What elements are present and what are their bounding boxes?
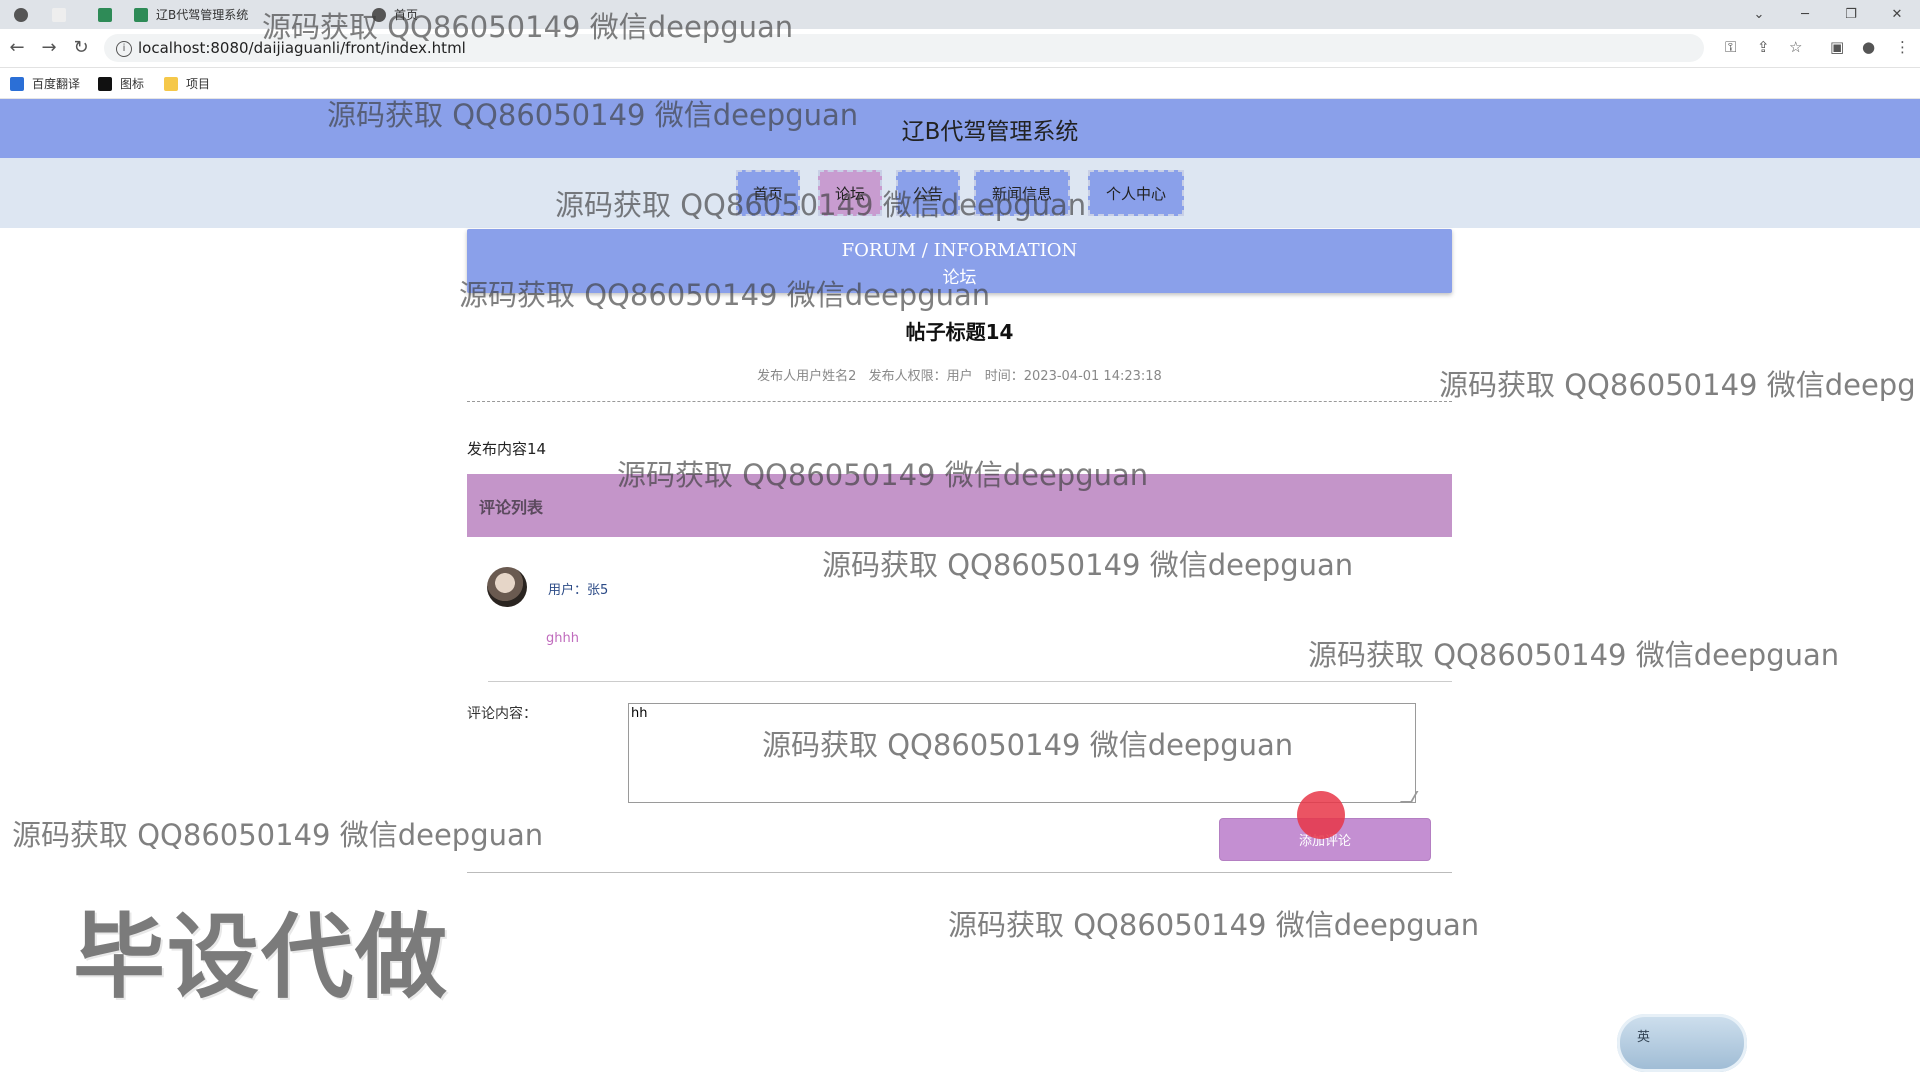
comment-label: 评论内容： xyxy=(467,706,537,722)
site-title: 辽B代驾管理系统 xyxy=(901,118,1079,145)
avatar xyxy=(487,567,527,607)
globe-icon xyxy=(14,7,28,22)
post-content: 发布内容14 xyxy=(467,440,547,458)
info-icon[interactable]: i xyxy=(116,41,132,57)
bookmark-label: 百度翻译 xyxy=(32,77,81,91)
reload-icon[interactable]: ↻ xyxy=(70,37,92,59)
watermark: 源码获取 QQ86050149 微信deepguan xyxy=(948,908,1480,942)
bookmark-label: 图标 xyxy=(120,77,145,91)
minimize-icon[interactable]: ─ xyxy=(1782,0,1828,29)
more-icon[interactable]: ⋮ xyxy=(1895,38,1910,56)
ime-label: 英 xyxy=(1637,1030,1651,1045)
window-controls: ⌄ ─ ❐ ✕ xyxy=(1736,0,1920,29)
sidebar-icon[interactable]: ▣ xyxy=(1830,38,1844,56)
browser-tab[interactable] xyxy=(98,0,120,29)
watermark-big: 毕设代做 xyxy=(73,904,450,1011)
watermark: 源码获取 QQ86050149 微信deepguan xyxy=(12,818,544,852)
translate-icon xyxy=(10,76,24,91)
watermark: 源码获取 QQ86050149 微信deepguan xyxy=(762,728,1294,762)
bookmark-item[interactable]: 百度翻译 xyxy=(10,75,80,92)
watermark: 源码获取 QQ86050149 微信deepguan xyxy=(1308,638,1840,672)
comment-list-title: 评论列表 xyxy=(479,497,544,517)
close-icon[interactable]: ✕ xyxy=(1874,0,1920,29)
watermark: 源码获取 QQ86050149 微信deepguan xyxy=(617,458,1149,492)
key-icon[interactable]: ⚿ xyxy=(1725,38,1736,56)
watermark: 源码获取 QQ86050149 微信deepg xyxy=(1439,368,1916,402)
comment-user: 用户：张5 xyxy=(548,583,609,598)
browser-tab[interactable] xyxy=(52,0,74,29)
restore-icon[interactable]: ❐ xyxy=(1828,0,1874,29)
profile-icon[interactable]: ● xyxy=(1862,38,1875,56)
vue-icon xyxy=(98,7,112,22)
bookmark-item[interactable]: 项目 xyxy=(164,75,210,92)
watermark: 源码获取 QQ86050149 微信deepguan xyxy=(555,188,1087,222)
watermark: 源码获取 QQ86050149 微信deepguan xyxy=(459,278,991,312)
divider xyxy=(467,401,1452,402)
folder-icon xyxy=(164,76,178,91)
browser-tab-active[interactable]: 辽B代驾管理系统 xyxy=(134,0,248,29)
post-time: 时间：2023-04-01 14:23:18 xyxy=(984,369,1162,384)
bookmark-label: 项目 xyxy=(186,77,211,91)
back-icon[interactable]: ← xyxy=(6,37,28,59)
vue-icon xyxy=(134,7,148,22)
post-author: 发布人用户姓名2 xyxy=(757,369,857,384)
share-icon[interactable]: ⇪ xyxy=(1757,38,1770,56)
click-indicator xyxy=(1297,791,1345,839)
tab-label: 辽B代驾管理系统 xyxy=(156,8,249,22)
forward-icon[interactable]: → xyxy=(38,37,60,59)
post-title: 帖子标题14 xyxy=(905,320,1014,344)
divider xyxy=(467,872,1452,873)
bookmark-item[interactable]: 图标 xyxy=(98,75,144,92)
watermark: 源码获取 QQ86050149 微信deepguan xyxy=(822,548,1354,582)
star-icon[interactable]: ☆ xyxy=(1789,38,1802,56)
image-icon xyxy=(98,76,112,91)
watermark: 源码获取 QQ86050149 微信deepguan xyxy=(262,10,794,44)
page-icon xyxy=(52,7,66,22)
banner-en: FORUM / INFORMATION xyxy=(841,240,1078,261)
ime-indicator[interactable]: 英 xyxy=(1617,1014,1747,1072)
divider xyxy=(488,681,1452,682)
post-meta: 发布人用户姓名2 发布人权限：用户 时间：2023-04-01 14:23:18 xyxy=(467,365,1452,384)
post-role: 发布人权限：用户 xyxy=(868,369,973,384)
site-header: 辽B代驾管理系统 xyxy=(0,99,1920,158)
watermark: 源码获取 QQ86050149 微信deepguan xyxy=(327,98,859,132)
comment-text: ghhh xyxy=(546,631,579,646)
nav-profile[interactable]: 个人中心 xyxy=(1088,170,1184,216)
browser-tab[interactable] xyxy=(14,0,36,29)
chevron-down-icon[interactable]: ⌄ xyxy=(1736,0,1782,29)
bookmarks-bar: 百度翻译 图标 项目 xyxy=(0,68,1920,99)
